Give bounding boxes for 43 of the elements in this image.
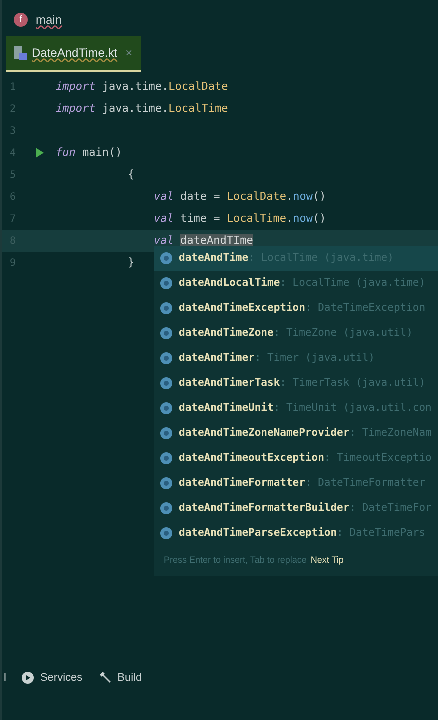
tool-window-button[interactable]: l — [4, 670, 6, 686]
editor-tab[interactable]: DateAndTime.kt × — [6, 36, 141, 72]
code-line: } — [127, 254, 135, 271]
symbol-icon — [160, 302, 173, 315]
completion-item[interactable]: dateAndTimeUnit: TimeUnit (java.util.con — [154, 396, 438, 421]
tool-window-button[interactable]: Build — [98, 670, 142, 686]
play-circle-icon — [22, 672, 34, 684]
symbol-icon — [160, 502, 173, 515]
symbol-icon — [160, 527, 173, 540]
hint-text: Press Enter to insert, Tab to replace — [164, 554, 307, 568]
code-line: val date = LocalDate.now() — [153, 188, 326, 205]
hammer-icon — [98, 672, 112, 684]
run-icon[interactable] — [36, 148, 44, 158]
symbol-icon — [160, 427, 173, 440]
completion-item[interactable]: dateAndTimeException: DateTimeException — [154, 296, 438, 321]
completion-item[interactable]: dateAndTimeoutException: TimeoutExceptio — [154, 446, 438, 471]
next-tip-link[interactable]: Next Tip — [310, 554, 344, 568]
code-line: val dateAndTIme — [153, 232, 254, 249]
code-line: { — [127, 166, 135, 183]
symbol-icon — [160, 402, 173, 415]
completion-item[interactable]: dateAndTimerTask: TimerTask (java.util) — [154, 371, 438, 396]
symbol-icon — [160, 477, 173, 490]
code-line: val time = LocalTime.now() — [153, 210, 326, 227]
tool-window-button[interactable]: Services — [22, 670, 83, 686]
symbol-icon — [160, 252, 173, 265]
code-line: fun main() — [56, 144, 122, 161]
symbol-icon — [160, 327, 173, 340]
completion-item[interactable]: dateAndTimeFormatter: DateTimeFormatter — [154, 471, 438, 496]
completion-item[interactable]: dateAndTimeParseException: DateTimePars — [154, 521, 438, 546]
completion-item[interactable]: dateAndTimeZoneNameProvider: TimeZoneNam — [154, 421, 438, 446]
breadcrumb-item[interactable]: main — [36, 11, 62, 29]
completion-item[interactable]: dateAndLocalTime: LocalTime (java.time) — [154, 271, 438, 296]
symbol-icon — [160, 352, 173, 365]
code-line: import java.time.LocalDate — [56, 78, 228, 95]
completion-item[interactable]: dateAndTimeZone: TimeZone (java.util) — [154, 321, 438, 346]
symbol-icon — [160, 452, 173, 465]
kotlin-file-icon — [14, 45, 28, 61]
code-line: import java.time.LocalTime — [56, 100, 228, 117]
symbol-icon — [160, 377, 173, 390]
function-icon: f — [14, 13, 28, 27]
completion-item[interactable]: dateAndTimeFormatterBuilder: DateTimeFor — [154, 496, 438, 521]
symbol-icon — [160, 277, 173, 290]
completion-item[interactable]: dateAndTimer: Timer (java.util) — [154, 346, 438, 371]
